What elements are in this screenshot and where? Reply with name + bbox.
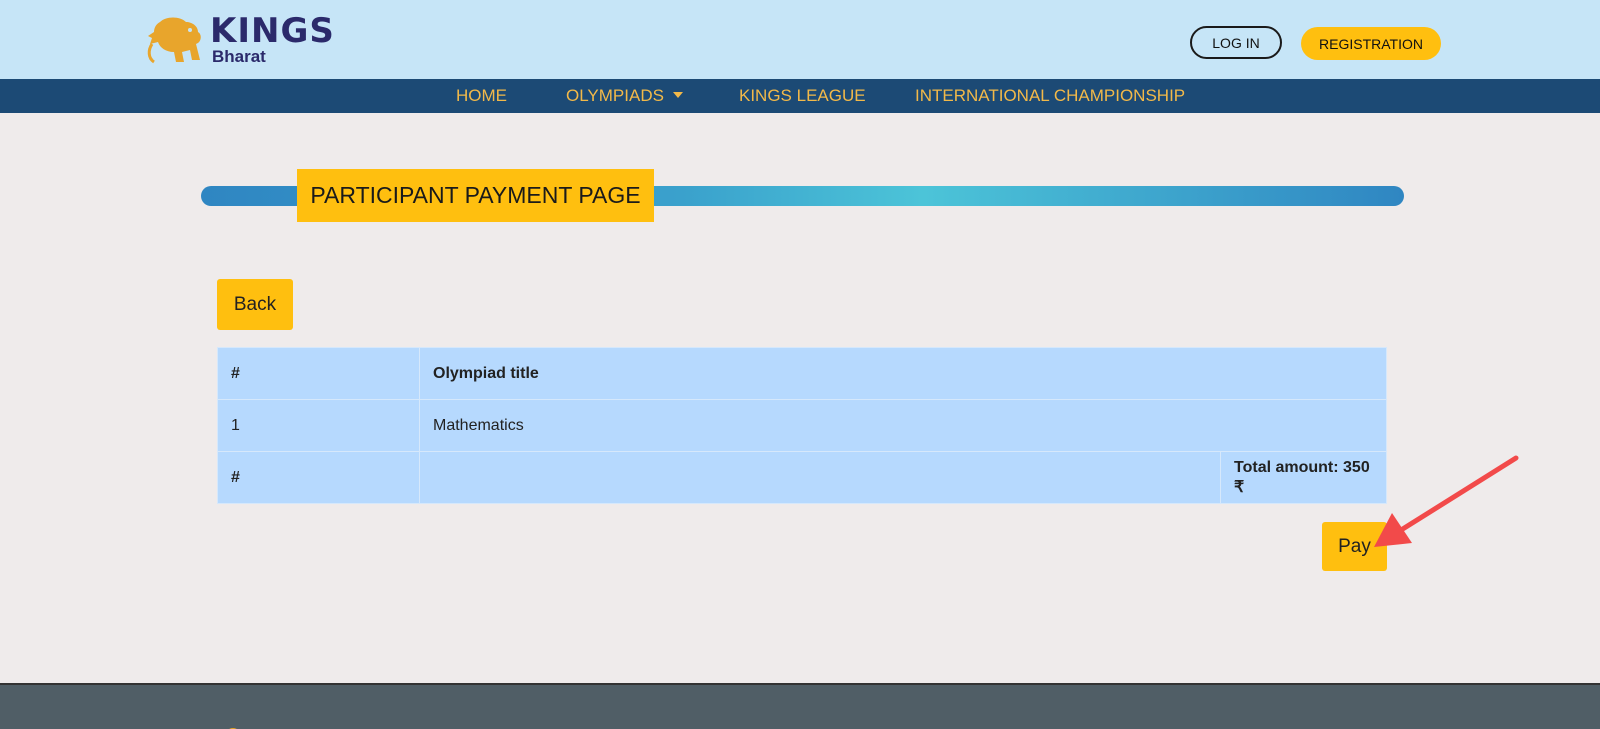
total-amount: Total amount: 350 ₹	[1220, 451, 1387, 504]
nav-kings-league[interactable]: KINGS LEAGUE	[739, 79, 866, 113]
annotation-arrow-icon	[1374, 455, 1519, 547]
site-footer	[0, 683, 1600, 729]
back-button[interactable]: Back	[217, 279, 293, 330]
registration-button[interactable]: REGISTRATION	[1301, 27, 1441, 60]
nav-kings-league-label: KINGS LEAGUE	[739, 86, 866, 105]
page-title: PARTICIPANT PAYMENT PAGE	[297, 169, 654, 222]
nav-olympiads[interactable]: OLYMPIADS	[566, 79, 683, 113]
payment-table: # Olympiad title 1 Mathematics # Total a…	[217, 347, 1387, 504]
column-header-olympiad-title: Olympiad title	[419, 347, 1387, 400]
table-header-row: # Olympiad title	[217, 347, 1387, 400]
main-nav: HOME OLYMPIADS KINGS LEAGUE INTERNATIONA…	[0, 79, 1600, 113]
column-header-number: #	[217, 347, 420, 400]
nav-home[interactable]: HOME	[456, 79, 507, 113]
nav-international-championship[interactable]: INTERNATIONAL CHAMPIONSHIP	[915, 79, 1185, 113]
logo-wordmark: KINGS	[210, 11, 335, 51]
footer-number-cell: #	[217, 451, 420, 504]
login-button[interactable]: LOG IN	[1190, 26, 1282, 59]
nav-olympiads-label: OLYMPIADS	[566, 86, 664, 105]
row-number-cell: 1	[217, 399, 420, 452]
site-header: KINGS Bharat LOG IN REGISTRATION	[0, 0, 1600, 79]
table-footer-row: # Total amount: 350 ₹	[217, 451, 1387, 504]
nav-international-championship-label: INTERNATIONAL CHAMPIONSHIP	[915, 86, 1186, 105]
site-logo[interactable]: KINGS Bharat	[146, 14, 335, 68]
caret-down-icon	[672, 91, 683, 98]
footer-empty-cell	[419, 451, 1221, 504]
nav-home-label: HOME	[456, 86, 507, 105]
table-row: 1 Mathematics	[217, 399, 1387, 452]
lion-logo-icon	[147, 17, 201, 64]
olympiad-title-cell: Mathematics	[419, 399, 1387, 452]
